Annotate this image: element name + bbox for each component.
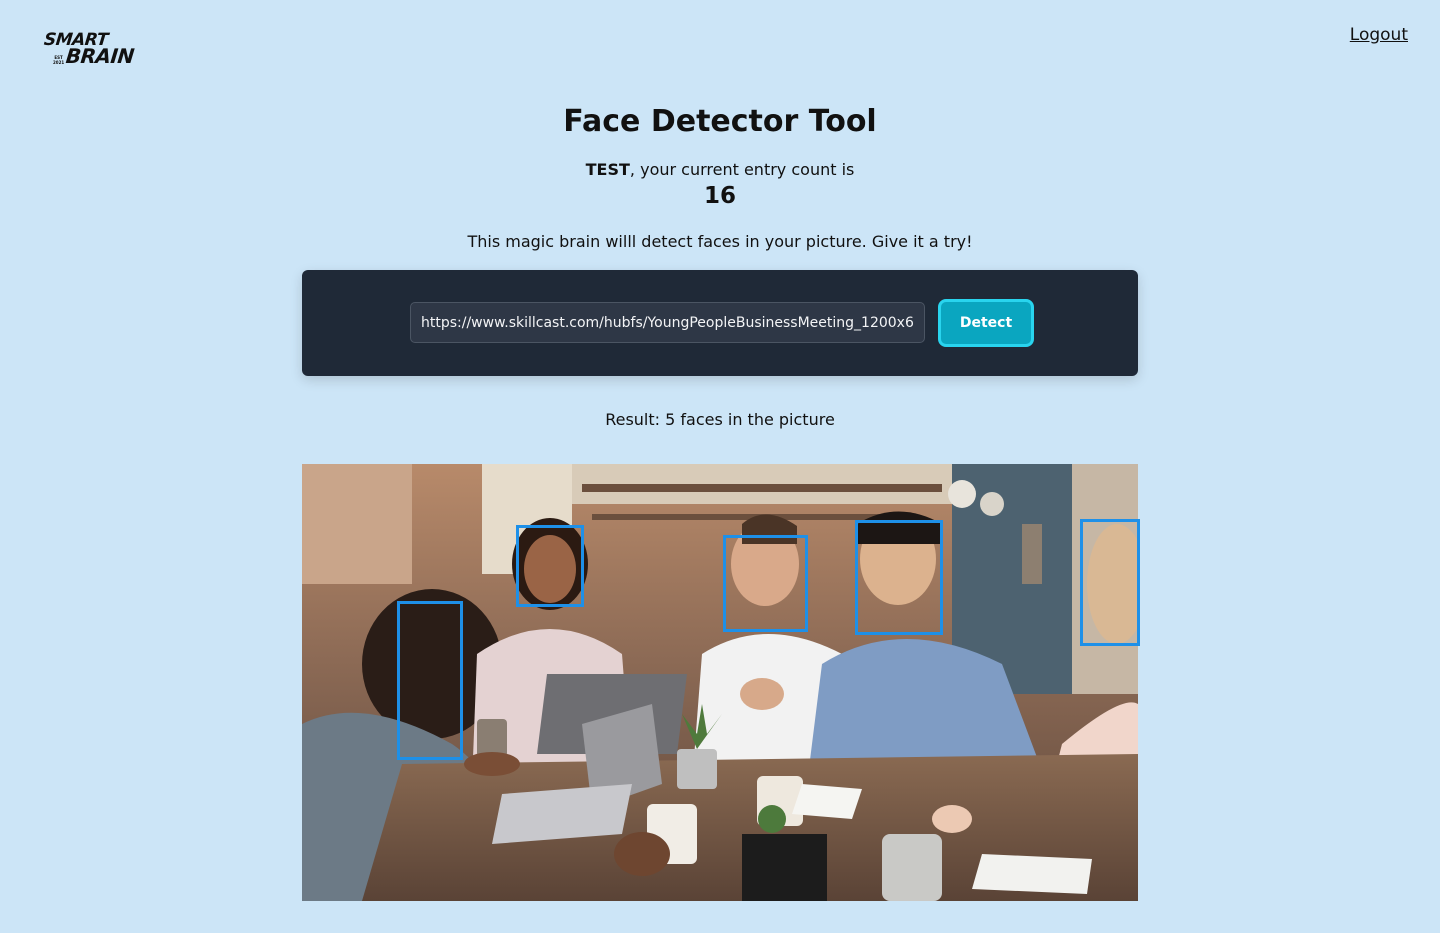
face-box (723, 535, 808, 632)
image-url-input[interactable] (410, 302, 925, 343)
user-name: TEST (585, 160, 630, 179)
photo-container (302, 464, 1140, 901)
detect-button[interactable]: Detect (938, 299, 1034, 347)
image-url-form: Detect (302, 270, 1138, 376)
entry-count-label: , your current entry count is (629, 160, 855, 179)
smart-brain-logo: SMART EST 2021 BRAIN (42, 28, 135, 72)
page-title: Face Detector Tool (563, 104, 877, 139)
face-box (516, 525, 584, 607)
tagline: This magic brain willl detect faces in y… (467, 232, 973, 251)
entry-count-text: TEST, your current entry count is (0, 160, 1440, 179)
face-box (1080, 519, 1140, 646)
logo-est-text: EST 2021 (53, 55, 65, 65)
result-text: Result: 5 faces in the picture (605, 410, 835, 429)
logo-text-brain: BRAIN (64, 44, 136, 68)
face-box (397, 601, 463, 760)
face-box (855, 520, 943, 635)
logout-link[interactable]: Logout (1350, 25, 1408, 45)
entry-count-value: 16 (703, 183, 736, 209)
